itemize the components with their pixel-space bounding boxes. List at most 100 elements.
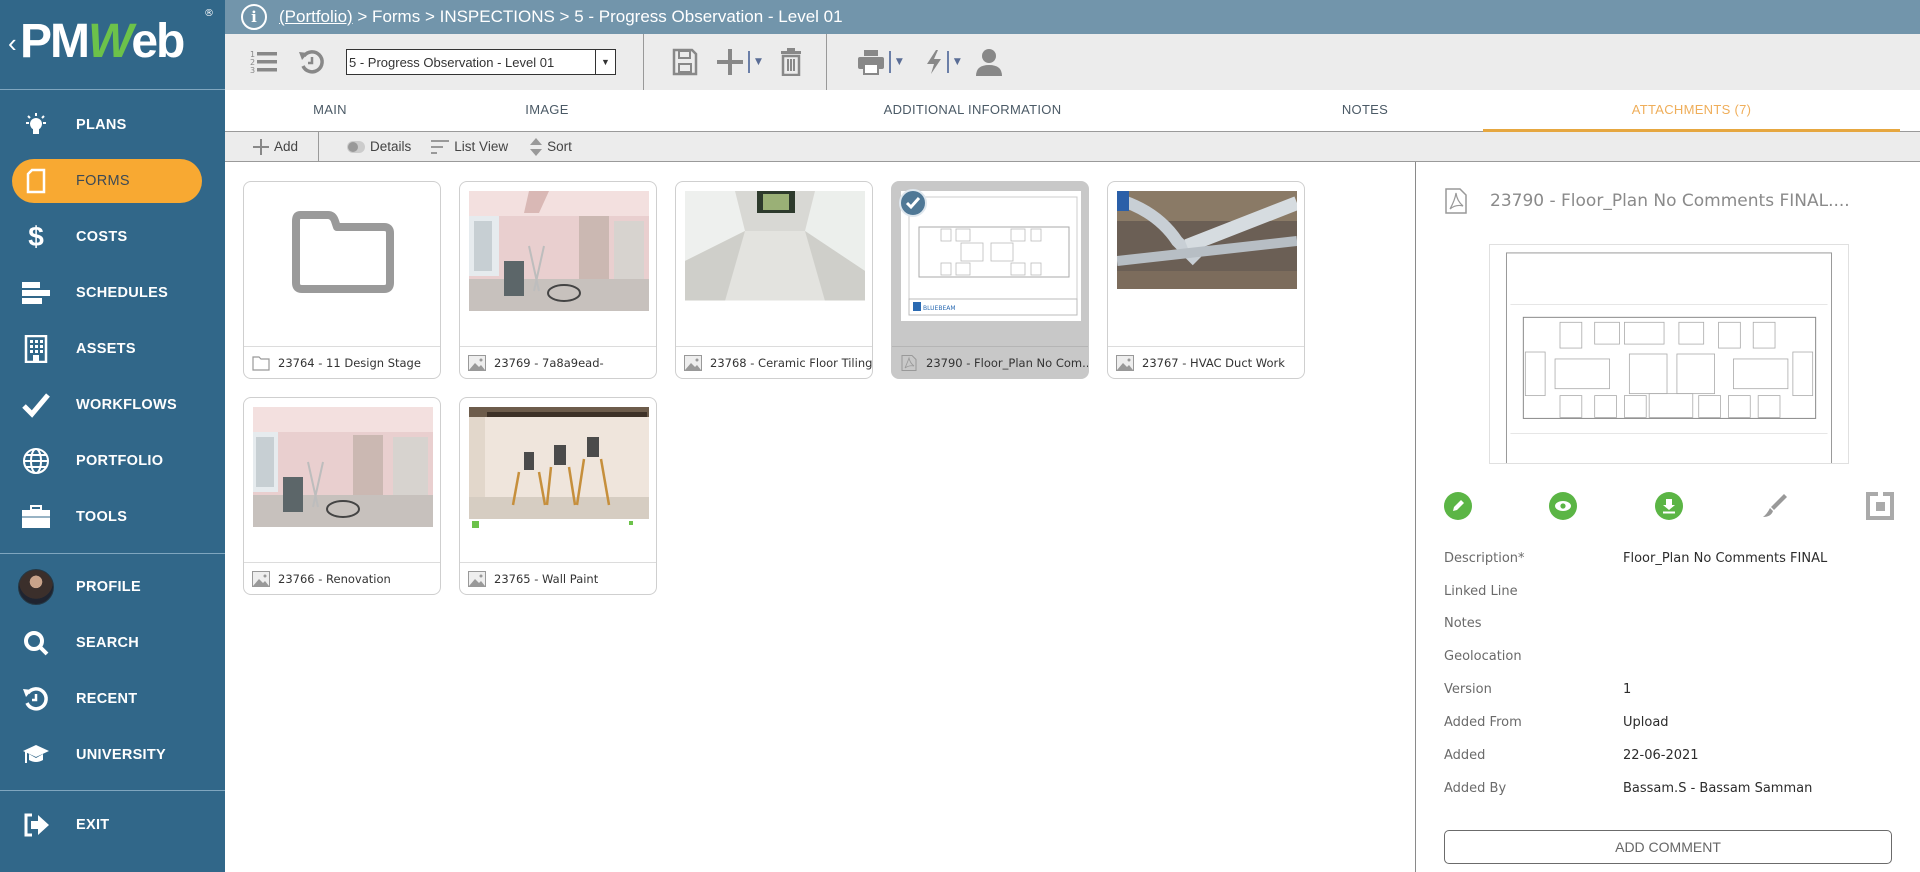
chevron-down-icon[interactable]: ▼ [896, 57, 903, 67]
folder-icon [252, 355, 270, 371]
attachment-caption: 23790 - Floor_Plan No Com... [926, 355, 1088, 370]
tab-attachments[interactable]: ATTACHMENTS (7) [1483, 90, 1900, 132]
sidebar-item-plans[interactable]: PLANS [12, 103, 202, 147]
print-split-button[interactable]: ▼ [857, 49, 903, 75]
sort-button[interactable]: Sort [530, 137, 572, 156]
sidebar-item-label: ASSETS [76, 341, 136, 357]
field-added-by: Added By Bassam.S - Bassam Samman [1444, 781, 1813, 796]
toggle-icon [347, 140, 366, 153]
globe-icon [16, 446, 56, 476]
pdf-preview[interactable] [1489, 244, 1849, 464]
list-view-icon [431, 139, 450, 154]
image-thumbnail [469, 191, 649, 311]
tab-notes[interactable]: NOTES [1305, 90, 1425, 132]
selected-check-icon[interactable] [899, 189, 927, 217]
sidebar-item-university[interactable]: UNIVERSITY [12, 733, 202, 777]
attachment-card-selected[interactable]: BLUEBEAM 23790 - Floor_Plan No Com... [891, 181, 1089, 379]
view-eye-icon[interactable] [1549, 492, 1577, 520]
checkmark-icon [16, 390, 56, 420]
sidebar-divider [0, 790, 225, 791]
sidebar-item-forms[interactable]: FORMS [12, 159, 202, 203]
sidebar-item-costs[interactable]: $ COSTS [12, 215, 202, 259]
tab-image[interactable]: IMAGE [492, 90, 602, 132]
dollar-icon: $ [28, 221, 44, 252]
field-added: Added 22-06-2021 [1444, 748, 1699, 763]
save-icon[interactable] [672, 48, 698, 76]
sidebar-item-label: SCHEDULES [76, 285, 169, 301]
details-toggle[interactable]: Details [347, 139, 411, 154]
add-attachment-button[interactable]: Add [253, 138, 298, 155]
sort-icon [530, 137, 543, 156]
sidebar-item-tools[interactable]: TOOLS [12, 495, 202, 539]
chevron-down-icon[interactable]: ▼ [595, 50, 615, 74]
sidebar-item-label: FORMS [76, 173, 130, 189]
toolbar-separator [318, 131, 320, 162]
sidebar-item-schedules[interactable]: SCHEDULES [12, 271, 202, 315]
attachment-card[interactable]: 23766 - Renovation [243, 397, 441, 595]
pmweb-app: ‹ PMWeb ® PLANS FORMS $ COSTS SCHEDULES [0, 0, 1920, 872]
attachment-card[interactable]: 23765 - Wall Paint [459, 397, 657, 595]
info-icon[interactable]: i [241, 4, 267, 30]
attachment-card[interactable]: 23768 - Ceramic Floor Tiling [675, 181, 873, 379]
toolbar-separator [825, 34, 827, 90]
sidebar-item-portfolio[interactable]: PORTFOLIO [12, 439, 202, 483]
sidebar-item-label: PROFILE [76, 579, 141, 595]
attachment-card[interactable]: 23764 - 11 Design Stage [243, 181, 441, 379]
attachment-card[interactable]: 23769 - 7a8a9ead- [459, 181, 657, 379]
attachment-caption: 23769 - 7a8a9ead- [494, 355, 604, 370]
delete-trash-icon[interactable] [780, 48, 802, 76]
tab-additional-information[interactable]: ADDITIONAL INFORMATION [825, 90, 1120, 132]
sidebar-item-profile[interactable]: PROFILE [12, 565, 202, 609]
chevron-down-icon[interactable]: ▼ [755, 57, 762, 67]
printer-icon [857, 50, 884, 75]
detail-actions [1444, 492, 1904, 522]
sidebar-item-recent[interactable]: RECENT [12, 677, 202, 721]
pdf-file-icon [1445, 188, 1467, 214]
image-thumbnail [253, 407, 433, 527]
image-thumbnail [469, 407, 649, 537]
avatar [18, 569, 54, 605]
search-icon [16, 628, 56, 658]
sidebar-item-label: TOOLS [76, 509, 128, 525]
sidebar-item-search[interactable]: SEARCH [12, 621, 202, 665]
breadcrumb-bar: i (Portfolio) > Forms > INSPECTIONS > 5 … [225, 0, 1920, 34]
image-thumbnail [685, 191, 865, 311]
sidebar-item-label: UNIVERSITY [76, 747, 167, 763]
breadcrumb-portfolio-link[interactable]: (Portfolio) [279, 7, 353, 26]
sidebar-item-label: SEARCH [76, 635, 140, 651]
exit-icon [16, 810, 56, 840]
edit-pencil-icon[interactable] [1444, 492, 1472, 520]
add-split-button[interactable]: ▼ [716, 48, 762, 76]
field-description: Description* Floor_Plan No Comments FINAL [1444, 551, 1828, 566]
add-comment-button[interactable]: ADD COMMENT [1444, 830, 1892, 864]
sidebar: ‹ PMWeb ® PLANS FORMS $ COSTS SCHEDULES [0, 0, 225, 872]
gantt-bars-icon [16, 278, 56, 308]
record-select[interactable]: 5 - Progress Observation - Level 01 ▼ [346, 49, 616, 75]
attachments-toolbar: Add Details List View Sort [225, 131, 1920, 162]
form-tabs: MAIN IMAGE ADDITIONAL INFORMATION NOTES … [225, 90, 1920, 132]
pmweb-logo[interactable]: ‹ PMWeb ® [6, 8, 216, 68]
attachment-caption: 23766 - Renovation [278, 571, 391, 586]
image-file-icon [468, 354, 486, 371]
history-icon[interactable] [298, 48, 326, 76]
attachment-card[interactable]: 23767 - HVAC Duct Work [1107, 181, 1305, 379]
download-icon[interactable] [1655, 492, 1683, 520]
pdf-thumbnail: BLUEBEAM [901, 191, 1081, 321]
tab-main[interactable]: MAIN [280, 90, 380, 132]
folder-icon [292, 211, 394, 293]
plus-icon [253, 138, 269, 155]
list-view-button[interactable]: List View [431, 139, 508, 154]
sidebar-item-exit[interactable]: EXIT [12, 803, 202, 847]
chevron-down-icon[interactable]: ▼ [954, 57, 961, 67]
user-icon[interactable] [975, 48, 1003, 76]
fullscreen-frame-icon[interactable] [1866, 492, 1894, 520]
detail-title: 23790 - Floor_Plan No Comments FINAL.... [1444, 188, 1850, 214]
sidebar-item-workflows[interactable]: WORKFLOWS [12, 383, 202, 427]
sidebar-item-assets[interactable]: ASSETS [12, 327, 202, 371]
sidebar-item-label: COSTS [76, 229, 128, 245]
pdf-file-icon [901, 354, 917, 371]
markup-brush-icon[interactable] [1760, 492, 1788, 520]
actions-split-button[interactable]: ▼ [925, 49, 961, 75]
numbered-list-icon[interactable]: 123 [250, 49, 278, 75]
back-chevron-icon[interactable]: ‹ [8, 28, 17, 59]
